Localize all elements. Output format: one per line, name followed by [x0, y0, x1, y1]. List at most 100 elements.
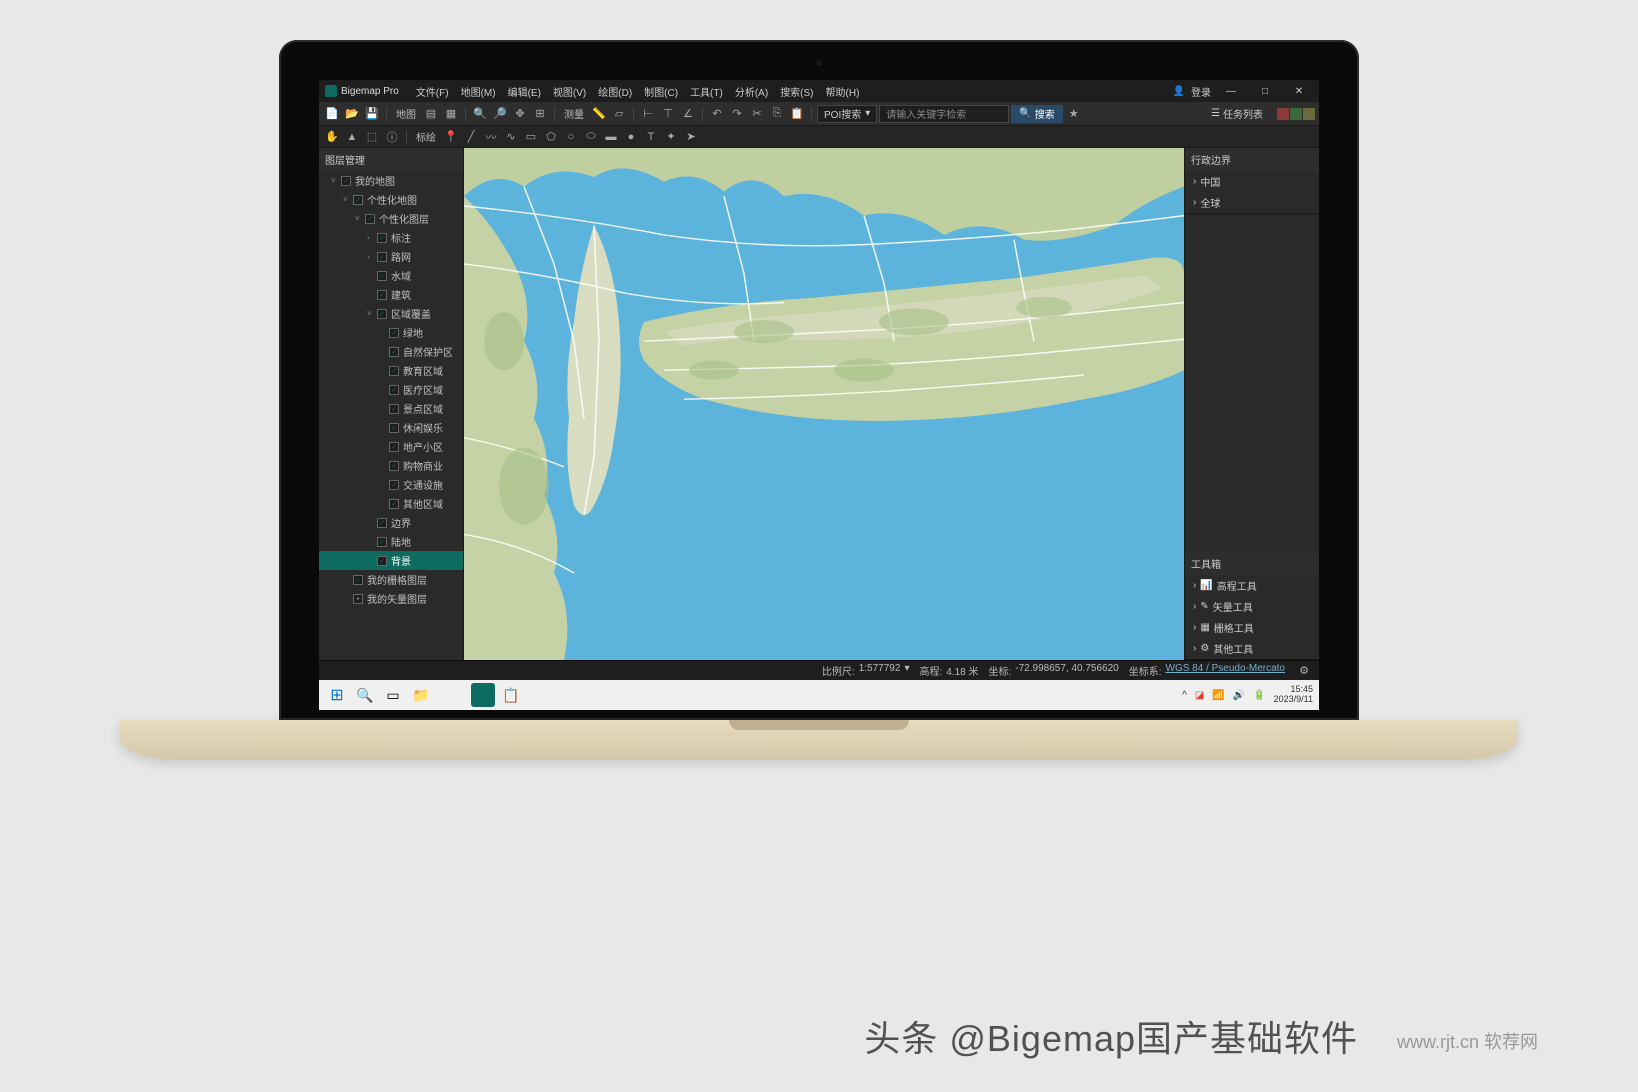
star-icon[interactable]: ✦ [662, 128, 680, 146]
crs-value[interactable]: WGS 84 / Pseudo-Mercato [1166, 663, 1286, 678]
tree-item-0[interactable]: ˅我的地图 [319, 171, 463, 190]
tool-raster[interactable]: › ▦ 栅格工具 [1185, 617, 1319, 638]
tree-item-9[interactable]: 自然保护区 [319, 342, 463, 361]
tree-item-15[interactable]: 购物商业 [319, 456, 463, 475]
cut-icon[interactable]: ✂ [748, 105, 766, 123]
tree-item-14[interactable]: 地产小区 [319, 437, 463, 456]
tree-item-19[interactable]: 陆地 [319, 532, 463, 551]
tree-item-3[interactable]: ›标注 [319, 228, 463, 247]
explorer-icon[interactable]: 📁 [409, 683, 433, 707]
app2-taskbar-icon[interactable]: 📋 [499, 683, 523, 707]
tree-item-17[interactable]: 其他区域 [319, 494, 463, 513]
admin-global[interactable]: › 全球 [1185, 192, 1319, 213]
tree-checkbox[interactable] [341, 176, 351, 186]
tree-item-4[interactable]: ›路网 [319, 247, 463, 266]
tree-checkbox[interactable] [389, 385, 399, 395]
map-canvas[interactable] [464, 148, 1184, 660]
select-rect-icon[interactable]: ⬚ [363, 128, 381, 146]
menu-draw[interactable]: 绘图(D) [593, 82, 637, 101]
settings-icon[interactable]: ⚙ [1295, 662, 1313, 680]
tool-elevation[interactable]: › 📊 高程工具 [1185, 575, 1319, 596]
text-icon[interactable]: T [642, 128, 660, 146]
tree-toggle-icon[interactable]: ˅ [331, 176, 341, 185]
filled-circle-icon[interactable]: ● [622, 128, 640, 146]
extent-icon[interactable]: ⊞ [531, 105, 549, 123]
maximize-button[interactable]: □ [1251, 82, 1279, 100]
tool-vector[interactable]: › ✎ 矢量工具 [1185, 596, 1319, 617]
info-icon[interactable]: ⓘ [383, 128, 401, 146]
menu-map[interactable]: 地图(M) [456, 82, 501, 101]
chevron-down-icon[interactable]: ▾ [904, 663, 909, 678]
bigemap-taskbar-icon[interactable] [471, 683, 495, 707]
tray-battery-icon[interactable]: 🔋 [1253, 690, 1265, 701]
tree-checkbox[interactable] [377, 233, 387, 243]
menu-analysis[interactable]: 分析(A) [730, 82, 773, 101]
tree-checkbox[interactable] [389, 328, 399, 338]
tree-item-2[interactable]: ˅个性化图层 [319, 209, 463, 228]
close-button[interactable]: ✕ [1285, 82, 1313, 100]
menu-file[interactable]: 文件(F) [411, 82, 454, 101]
tree-item-20[interactable]: 背景 [319, 551, 463, 570]
ruler-v-icon[interactable]: ⊤ [659, 105, 677, 123]
tree-checkbox[interactable] [353, 594, 363, 604]
tree-checkbox[interactable] [389, 423, 399, 433]
tree-item-10[interactable]: 教育区域 [319, 361, 463, 380]
tree-checkbox[interactable] [377, 309, 387, 319]
tree-item-22[interactable]: 我的矢量图层 [319, 589, 463, 608]
tree-checkbox[interactable] [389, 499, 399, 509]
menu-edit[interactable]: 编辑(E) [503, 82, 546, 101]
save-icon[interactable]: 💾 [363, 105, 381, 123]
admin-china[interactable]: › 中国 [1185, 171, 1319, 192]
marker-icon[interactable]: 📍 [442, 128, 460, 146]
arrow-icon[interactable]: ➤ [682, 128, 700, 146]
filled-rect-icon[interactable]: ▬ [602, 128, 620, 146]
tree-item-8[interactable]: 绿地 [319, 323, 463, 342]
menu-help[interactable]: 帮助(H) [821, 82, 865, 101]
measure-line-icon[interactable]: 📏 [590, 105, 608, 123]
circle-icon[interactable]: ○ [562, 128, 580, 146]
tree-item-5[interactable]: 水域 [319, 266, 463, 285]
minimize-button[interactable]: — [1217, 82, 1245, 100]
menu-carto[interactable]: 制图(C) [639, 82, 683, 101]
curve-icon[interactable]: ∿ [502, 128, 520, 146]
search-taskbar-icon[interactable]: 🔍 [353, 683, 377, 707]
menu-view[interactable]: 视图(V) [548, 82, 591, 101]
paste-icon[interactable]: 📋 [788, 105, 806, 123]
redo-icon[interactable]: ↷ [728, 105, 746, 123]
measure-area-icon[interactable]: ▱ [610, 105, 628, 123]
open-icon[interactable]: 📂 [343, 105, 361, 123]
tree-checkbox[interactable] [389, 442, 399, 452]
ruler-h-icon[interactable]: ⊢ [639, 105, 657, 123]
search-input[interactable]: 请输入关键字检索 [879, 105, 1009, 123]
favorite-icon[interactable]: ★ [1065, 105, 1083, 123]
line-icon[interactable]: ╱ [462, 128, 480, 146]
tree-checkbox[interactable] [377, 518, 387, 528]
tree-checkbox[interactable] [377, 252, 387, 262]
ellipse-icon[interactable]: ⬭ [582, 128, 600, 146]
tree-toggle-icon[interactable]: ˅ [355, 214, 365, 223]
tree-item-21[interactable]: 我的栅格图层 [319, 570, 463, 589]
grid-icon[interactable]: ▦ [442, 105, 460, 123]
pan-icon[interactable]: ✥ [511, 105, 529, 123]
tree-checkbox[interactable] [377, 537, 387, 547]
layers-icon[interactable]: ▤ [422, 105, 440, 123]
zoom-out-icon[interactable]: 🔎 [491, 105, 509, 123]
rect-icon[interactable]: ▭ [522, 128, 540, 146]
search-button[interactable]: 🔍 搜索 [1011, 105, 1062, 123]
angle-icon[interactable]: ∠ [679, 105, 697, 123]
tree-checkbox[interactable] [377, 290, 387, 300]
tree-item-6[interactable]: 建筑 [319, 285, 463, 304]
tool-other[interactable]: › ⚙ 其他工具 [1185, 638, 1319, 659]
polyline-icon[interactable]: 〰 [482, 128, 500, 146]
menu-tools[interactable]: 工具(T) [685, 82, 728, 101]
start-button[interactable]: ⊞ [325, 683, 349, 707]
tree-toggle-icon[interactable]: › [367, 252, 377, 261]
tray-volume-icon[interactable]: 🔊 [1233, 690, 1245, 701]
tree-item-18[interactable]: 边界 [319, 513, 463, 532]
polygon-icon[interactable]: ⬠ [542, 128, 560, 146]
new-icon[interactable]: 📄 [323, 105, 341, 123]
tray-clock[interactable]: 15:45 2023/9/11 [1274, 685, 1313, 705]
tree-checkbox[interactable] [389, 461, 399, 471]
tree-checkbox[interactable] [389, 480, 399, 490]
tree-item-7[interactable]: ˅区域覆盖 [319, 304, 463, 323]
